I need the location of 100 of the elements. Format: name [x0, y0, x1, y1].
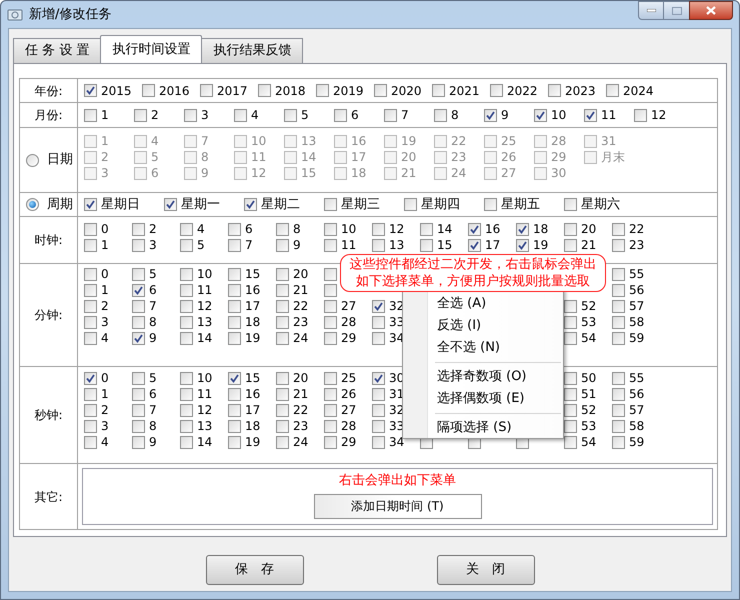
checkbox[interactable] — [180, 316, 193, 328]
checkbox[interactable] — [334, 150, 347, 164]
checkbox[interactable] — [384, 166, 397, 180]
menu-item[interactable]: 反选 (I) — [403, 315, 563, 337]
dialog-button[interactable]: 关 闭 — [436, 555, 534, 585]
checkbox[interactable] — [324, 238, 337, 252]
checkbox[interactable] — [200, 84, 213, 97]
checkbox[interactable] — [180, 238, 193, 252]
checkbox[interactable] — [276, 238, 289, 252]
checkbox[interactable] — [134, 108, 147, 122]
checkbox[interactable] — [584, 134, 597, 148]
checkbox[interactable] — [484, 198, 497, 211]
checkbox[interactable] — [132, 300, 145, 312]
checkbox[interactable] — [84, 332, 97, 344]
checkbox[interactable] — [564, 300, 577, 312]
checkbox[interactable] — [324, 268, 337, 280]
checkbox[interactable] — [228, 268, 241, 280]
checkbox[interactable] — [84, 238, 97, 252]
checkbox[interactable] — [244, 198, 257, 211]
checkbox[interactable] — [612, 222, 625, 236]
checkbox[interactable] — [276, 420, 289, 432]
checkbox[interactable] — [484, 150, 497, 164]
checkbox[interactable] — [612, 268, 625, 280]
checkbox[interactable] — [258, 84, 271, 97]
checkbox[interactable] — [84, 84, 97, 97]
checkbox[interactable] — [132, 332, 145, 344]
checkbox[interactable] — [484, 166, 497, 180]
checkbox[interactable] — [372, 222, 385, 236]
checkbox[interactable] — [234, 108, 247, 122]
checkbox[interactable] — [468, 222, 481, 236]
checkbox[interactable] — [434, 150, 447, 164]
maximize-button[interactable] — [664, 1, 689, 20]
menu-item[interactable]: 全选 (A) — [403, 293, 563, 315]
checkbox[interactable] — [612, 420, 625, 432]
checkbox[interactable] — [384, 134, 397, 148]
checkbox[interactable] — [316, 84, 329, 97]
checkbox[interactable] — [184, 166, 197, 180]
checkbox[interactable] — [612, 300, 625, 312]
checkbox[interactable] — [584, 150, 597, 164]
checkbox[interactable] — [134, 150, 147, 164]
checkbox[interactable] — [228, 238, 241, 252]
checkbox[interactable] — [180, 284, 193, 296]
checkbox[interactable] — [276, 388, 289, 400]
checkbox[interactable] — [180, 222, 193, 236]
checkbox[interactable] — [516, 222, 529, 236]
checkbox[interactable] — [84, 404, 97, 416]
checkbox[interactable] — [180, 300, 193, 312]
tab[interactable]: 执行时间设置 — [100, 35, 202, 63]
checkbox[interactable] — [284, 166, 297, 180]
checkbox[interactable] — [284, 134, 297, 148]
checkbox[interactable] — [234, 150, 247, 164]
checkbox[interactable] — [84, 198, 97, 211]
checkbox[interactable] — [84, 166, 97, 180]
checkbox[interactable] — [612, 332, 625, 344]
checkbox[interactable] — [180, 268, 193, 280]
checkbox[interactable] — [372, 420, 385, 432]
checkbox[interactable] — [372, 372, 385, 384]
checkbox[interactable] — [634, 108, 647, 122]
checkbox[interactable] — [564, 404, 577, 416]
checkbox[interactable] — [228, 404, 241, 416]
checkbox[interactable] — [372, 238, 385, 252]
checkbox[interactable] — [324, 300, 337, 312]
checkbox[interactable] — [372, 332, 385, 344]
checkbox[interactable] — [132, 316, 145, 328]
checkbox[interactable] — [84, 316, 97, 328]
checkbox[interactable] — [564, 316, 577, 328]
checkbox[interactable] — [132, 404, 145, 416]
checkbox[interactable] — [564, 222, 577, 236]
checkbox[interactable] — [132, 268, 145, 280]
checkbox[interactable] — [490, 84, 503, 97]
checkbox[interactable] — [234, 134, 247, 148]
checkbox[interactable] — [432, 84, 445, 97]
checkbox[interactable] — [132, 420, 145, 432]
checkbox[interactable] — [184, 150, 197, 164]
checkbox[interactable] — [84, 388, 97, 400]
checkbox[interactable] — [564, 332, 577, 344]
checkbox[interactable] — [228, 222, 241, 236]
checkbox[interactable] — [276, 316, 289, 328]
checkbox[interactable] — [276, 332, 289, 344]
checkbox[interactable] — [374, 84, 387, 97]
checkbox[interactable] — [534, 108, 547, 122]
checkbox[interactable] — [132, 372, 145, 384]
checkbox[interactable] — [84, 372, 97, 384]
checkbox[interactable] — [324, 436, 337, 448]
checkbox[interactable] — [84, 420, 97, 432]
checkbox[interactable] — [84, 108, 97, 122]
checkbox[interactable] — [284, 150, 297, 164]
checkbox[interactable] — [276, 300, 289, 312]
checkbox[interactable] — [564, 436, 577, 448]
checkbox[interactable] — [184, 108, 197, 122]
checkbox[interactable] — [234, 166, 247, 180]
checkbox[interactable] — [372, 316, 385, 328]
checkbox[interactable] — [484, 134, 497, 148]
radio-button[interactable] — [26, 198, 39, 211]
minimize-button[interactable] — [638, 1, 664, 20]
checkbox[interactable] — [228, 420, 241, 432]
checkbox[interactable] — [434, 134, 447, 148]
checkbox[interactable] — [434, 108, 447, 122]
checkbox[interactable] — [434, 166, 447, 180]
checkbox[interactable] — [84, 300, 97, 312]
